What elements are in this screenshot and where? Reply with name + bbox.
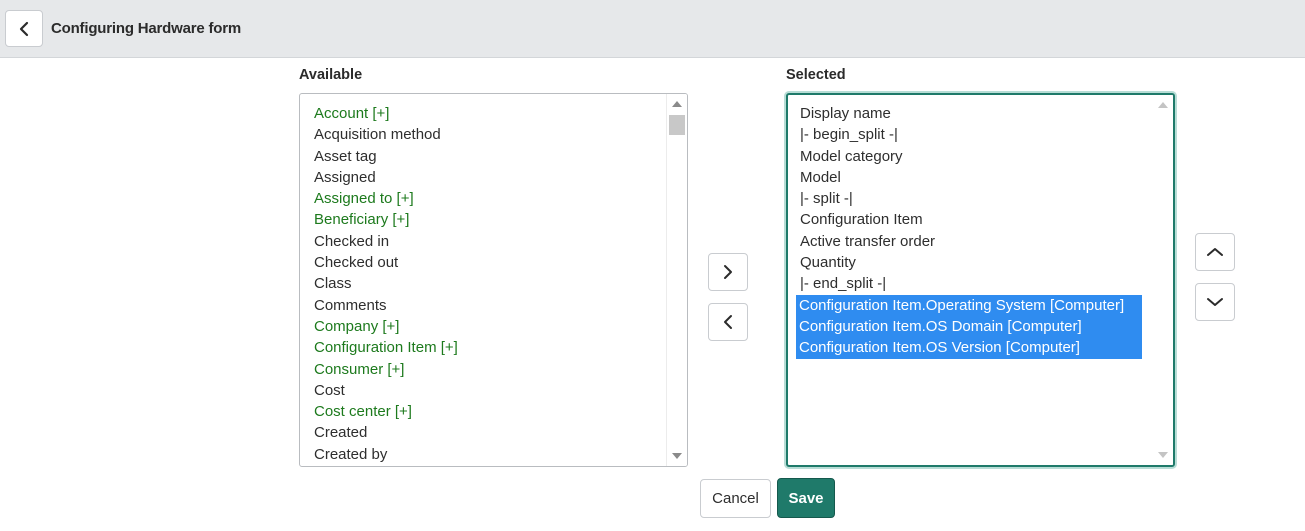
cancel-button[interactable]: Cancel xyxy=(700,479,771,518)
available-list-item[interactable]: Configuration Item [+] xyxy=(313,337,665,358)
selected-label: Selected xyxy=(786,67,846,83)
scroll-up-arrow-icon[interactable] xyxy=(1158,102,1168,108)
selected-list-item[interactable]: Configuration Item.OS Version [Computer] xyxy=(796,337,1142,359)
available-list-item[interactable]: Cost xyxy=(313,380,665,401)
available-list-item[interactable]: Consumer [+] xyxy=(313,359,665,380)
selected-list-item[interactable]: Display name xyxy=(799,103,1151,124)
move-up-button[interactable] xyxy=(1195,233,1235,271)
chevron-right-icon xyxy=(724,265,732,279)
scroll-down-arrow-icon[interactable] xyxy=(672,453,682,459)
selected-list-item[interactable]: Configuration Item.Operating System [Com… xyxy=(796,294,1142,316)
move-down-button[interactable] xyxy=(1195,283,1235,321)
available-list-item[interactable]: Comments xyxy=(313,295,665,316)
remove-from-selected-button[interactable] xyxy=(708,303,748,341)
selected-list-item[interactable]: Model category xyxy=(799,146,1151,167)
available-scrollbar[interactable] xyxy=(666,94,687,466)
available-list-item[interactable]: Account [+] xyxy=(313,103,665,124)
page-title: Configuring Hardware form xyxy=(51,20,242,37)
available-list-item[interactable]: Created by xyxy=(313,444,665,465)
selected-list-item[interactable]: |- end_split -| xyxy=(799,273,1151,294)
available-list-item[interactable]: Checked in xyxy=(313,231,665,252)
available-list-item[interactable]: Beneficiary [+] xyxy=(313,209,665,230)
add-to-selected-button[interactable] xyxy=(708,253,748,291)
available-list-item[interactable]: Asset tag xyxy=(313,146,665,167)
available-list-item[interactable]: Company [+] xyxy=(313,316,665,337)
chevron-left-icon xyxy=(724,315,732,329)
available-label: Available xyxy=(299,67,363,83)
available-list[interactable]: Account [+] Acquisition method Asset tag As… xyxy=(299,93,688,467)
selected-list-item[interactable]: |- begin_split -| xyxy=(799,124,1151,145)
selected-list-item[interactable]: Quantity xyxy=(799,252,1151,273)
available-list-item[interactable]: Acquisition method xyxy=(313,124,665,145)
selected-list-item[interactable]: Configuration Item.OS Domain [Computer] xyxy=(796,315,1142,338)
chevron-left-icon xyxy=(19,21,29,36)
header-bar: Configuring Hardware form xyxy=(0,0,1305,58)
scroll-thumb[interactable] xyxy=(669,115,685,135)
selected-list-item[interactable]: Model xyxy=(799,167,1151,188)
available-list-item[interactable]: Created xyxy=(313,422,665,443)
available-list-item[interactable]: Assigned xyxy=(313,167,665,188)
selected-list-item[interactable]: |- split -| xyxy=(799,188,1151,209)
chevron-down-icon xyxy=(1207,298,1223,306)
available-list-item[interactable]: Class xyxy=(313,273,665,294)
chevron-up-icon xyxy=(1207,248,1223,256)
save-button[interactable]: Save xyxy=(777,478,835,518)
back-button[interactable] xyxy=(5,10,43,47)
selected-list-item[interactable]: Active transfer order xyxy=(799,231,1151,252)
scroll-down-arrow-icon[interactable] xyxy=(1158,452,1168,458)
selected-list[interactable]: Display name |- begin_split -| Model categ… xyxy=(786,93,1175,467)
available-list-item[interactable]: Checked out xyxy=(313,252,665,273)
available-list-item[interactable]: Assigned to [+] xyxy=(313,188,665,209)
available-items: Account [+] Acquisition method Asset tag As… xyxy=(313,103,665,465)
selected-scrollbar[interactable] xyxy=(1153,95,1173,465)
selected-list-item[interactable]: Configuration Item xyxy=(799,209,1151,230)
available-list-item[interactable]: Cost center [+] xyxy=(313,401,665,422)
selected-items: Display name |- begin_split -| Model categ… xyxy=(796,103,1151,359)
scroll-up-arrow-icon[interactable] xyxy=(672,101,682,107)
